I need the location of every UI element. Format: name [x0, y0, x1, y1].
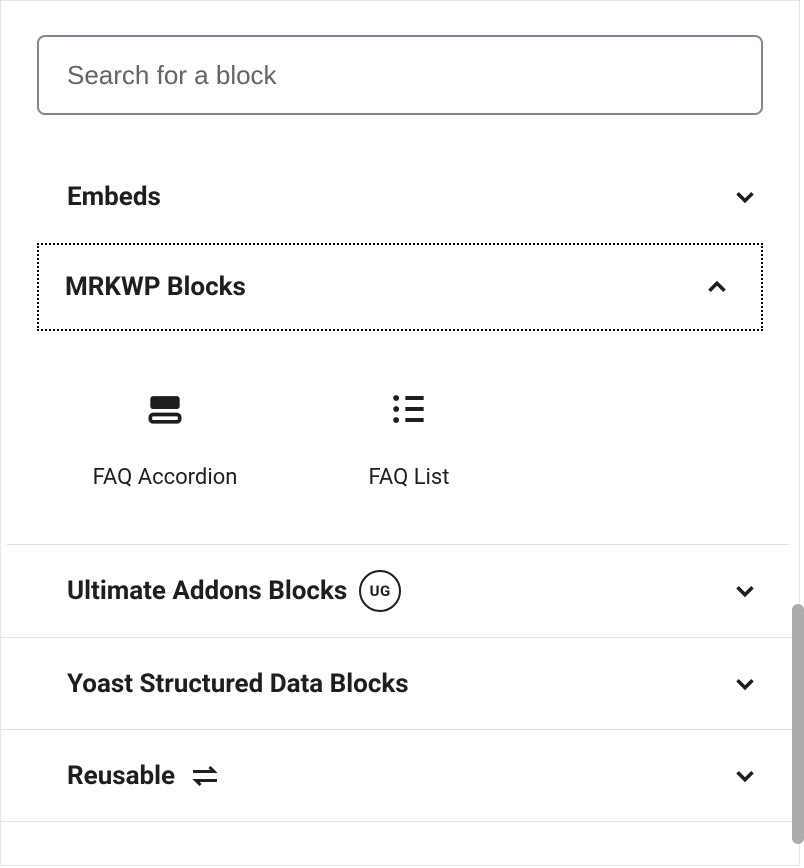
chevron-up-icon [699, 269, 735, 305]
category-title: Ultimate Addons Blocks [67, 576, 347, 606]
category-header-embeds[interactable]: Embeds [1, 151, 799, 243]
chevron-down-icon [727, 666, 763, 702]
category-reusable: Reusable [1, 729, 799, 821]
block-inserter-panel: Embeds MRKWP Blocks [0, 0, 800, 866]
ug-badge-icon: UG [359, 570, 401, 612]
categories-list: Embeds MRKWP Blocks [1, 151, 799, 822]
category-header-ultimate[interactable]: Ultimate Addons Blocks UG [1, 545, 799, 637]
category-header-yoast[interactable]: Yoast Structured Data Blocks [1, 637, 799, 729]
category-title: Embeds [67, 182, 161, 212]
scrollbar-thumb[interactable] [792, 604, 804, 844]
category-title: Yoast Structured Data Blocks [67, 669, 409, 699]
chevron-down-icon [727, 573, 763, 609]
block-label: FAQ Accordion [93, 465, 238, 490]
search-container [1, 35, 799, 115]
blocks-grid: FAQ Accordion FAQ List [7, 331, 789, 545]
category-yoast: Yoast Structured Data Blocks [1, 637, 799, 729]
category-embeds: Embeds [1, 151, 799, 243]
chevron-down-icon [727, 179, 763, 215]
chevron-down-icon [727, 758, 763, 794]
search-input[interactable] [37, 35, 763, 115]
list-icon [387, 387, 431, 431]
block-faq-accordion[interactable]: FAQ Accordion [43, 377, 287, 490]
category-ultimate: Ultimate Addons Blocks UG [1, 545, 799, 637]
block-faq-list[interactable]: FAQ List [287, 377, 531, 490]
category-title: Reusable [67, 761, 175, 791]
divider [1, 821, 799, 822]
category-header-mrkwp[interactable]: MRKWP Blocks [37, 243, 763, 331]
block-label: FAQ List [369, 465, 450, 490]
category-title: MRKWP Blocks [65, 272, 246, 302]
category-header-reusable[interactable]: Reusable [1, 729, 799, 821]
category-mrkwp: MRKWP Blocks FAQ Accordion [37, 243, 763, 545]
accordion-icon [143, 387, 187, 431]
loop-icon [187, 758, 223, 794]
